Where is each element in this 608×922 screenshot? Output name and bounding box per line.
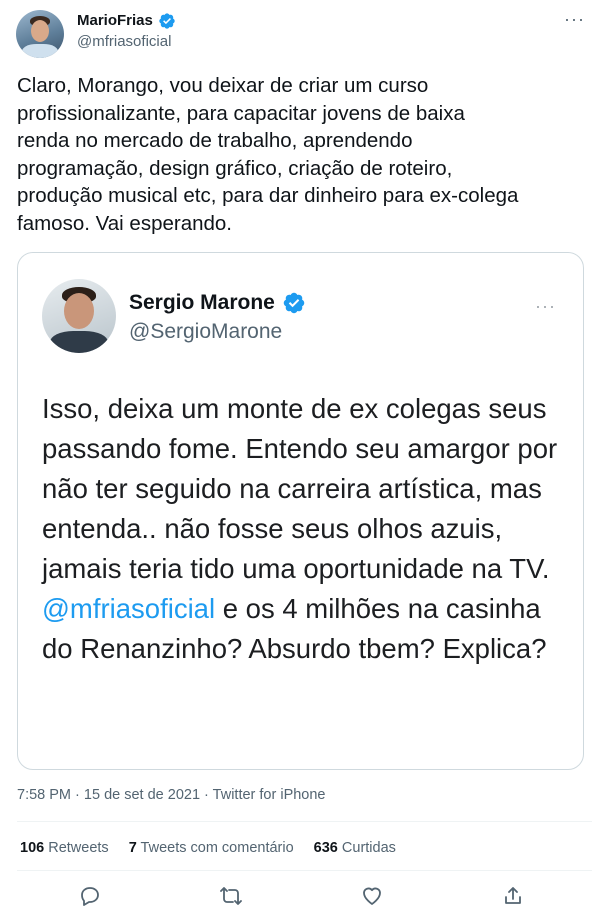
like-icon[interactable] [360, 884, 384, 908]
quoted-tweet-card[interactable]: Sergio Marone @SergioMarone ··· Isso, de… [17, 252, 584, 770]
retweets-stat[interactable]: 106 Retweets [20, 840, 109, 856]
tweet-source[interactable]: Twitter for iPhone [213, 787, 326, 803]
more-icon[interactable]: ··· [564, 10, 585, 28]
tweet-stats: 106 Retweets 7 Tweets com comentário 636… [20, 840, 396, 856]
divider [17, 870, 592, 871]
meta-separator: · [75, 787, 80, 803]
mention-link[interactable]: @mfriasoficial [42, 593, 215, 624]
tweet-meta: 7:58 PM · 15 de set de 2021 · Twitter fo… [17, 787, 326, 803]
author-handle[interactable]: @mfriasoficial [77, 33, 171, 50]
quoted-author-avatar[interactable] [42, 279, 116, 353]
quoted-tweet-text: Isso, deixa um monte de ex colegas seus … [42, 389, 562, 669]
meta-separator: · [204, 787, 209, 803]
tweet-text: Claro, Morango, vou deixar de criar um c… [17, 74, 519, 235]
tweet-time[interactable]: 7:58 PM [17, 787, 71, 803]
quoted-author-name[interactable]: Sergio Marone [129, 291, 275, 315]
more-icon: ··· [535, 296, 556, 316]
quoted-text-before: Isso, deixa um monte de ex colegas seus … [42, 393, 558, 584]
share-icon[interactable] [501, 884, 525, 908]
reply-icon[interactable] [78, 884, 102, 908]
author-name[interactable]: MarioFrias [77, 12, 153, 29]
quoted-author-handle[interactable]: @SergioMarone [129, 320, 282, 344]
verified-badge-icon [159, 13, 175, 29]
retweet-icon[interactable] [219, 884, 243, 908]
quotes-stat[interactable]: 7 Tweets com comentário [129, 840, 294, 856]
likes-stat[interactable]: 636 Curtidas [314, 840, 396, 856]
divider [17, 821, 592, 822]
tweet-date[interactable]: 15 de set de 2021 [84, 787, 200, 803]
verified-badge-icon [283, 292, 305, 314]
author-avatar[interactable] [16, 10, 64, 58]
